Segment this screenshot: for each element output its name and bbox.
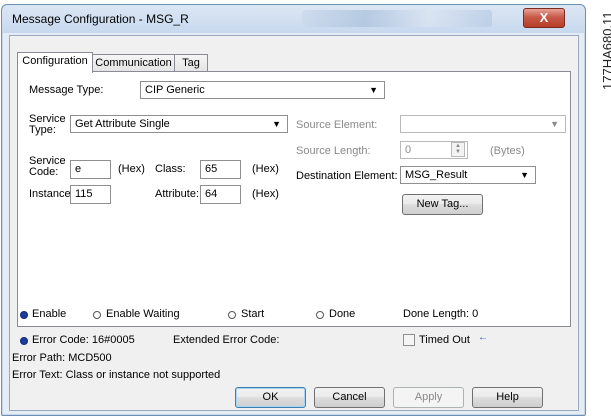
source-length-label: Source Length:	[296, 145, 371, 157]
figure-id-label: 177HA680.11	[600, 11, 611, 90]
source-element-select[interactable]: ▼	[400, 115, 566, 133]
attribute-hex-label: (Hex)	[252, 188, 279, 200]
service-type-select[interactable]: Get Attribute Single ▼	[70, 115, 288, 133]
error-code-indicator	[20, 337, 28, 345]
destination-element-label: Destination Element:	[296, 170, 398, 182]
window-title: Message Configuration - MSG_R	[12, 12, 189, 26]
source-element-label: Source Element:	[296, 119, 378, 131]
service-code-label: Service Code:	[29, 155, 66, 178]
start-indicator	[228, 311, 236, 319]
error-text-label: Error Text: Class or instance not suppor…	[12, 369, 221, 381]
instance-input[interactable]: 115	[70, 185, 111, 204]
destination-element-select[interactable]: MSG_Result ▼	[400, 166, 536, 184]
enable-indicator	[20, 311, 28, 319]
message-type-label: Message Type:	[29, 84, 104, 96]
close-button[interactable]: X	[523, 8, 565, 28]
service-type-label: Service Type:	[29, 113, 66, 136]
help-button[interactable]: Help	[472, 387, 543, 408]
class-label: Class:	[155, 163, 186, 175]
service-code-input[interactable]: e	[70, 160, 111, 179]
configuration-panel: Message Type: CIP Generic ▼ Service Type…	[17, 71, 571, 327]
service-code-hex-label: (Hex)	[118, 163, 145, 175]
tab-tag[interactable]: Tag	[174, 54, 208, 72]
done-indicator	[316, 311, 324, 319]
title-bar[interactable]: Message Configuration - MSG_R X	[2, 5, 585, 33]
chevron-down-icon: ▼	[550, 119, 559, 129]
destination-element-value: MSG_Result	[405, 169, 468, 181]
chevron-down-icon: ▼	[455, 149, 461, 155]
new-tag-button[interactable]: New Tag...	[402, 194, 483, 215]
message-configuration-dialog: Message Configuration - MSG_R X Configur…	[1, 4, 586, 416]
instance-label: Instance:	[29, 188, 74, 200]
apply-button[interactable]: Apply	[393, 387, 464, 408]
enable-waiting-indicator	[93, 311, 101, 319]
start-label: Start	[241, 308, 265, 320]
message-type-select[interactable]: CIP Generic ▼	[140, 81, 385, 99]
arrow-left-icon: ←	[478, 332, 488, 343]
enable-waiting-label: Enable Waiting	[106, 308, 180, 320]
service-type-value: Get Attribute Single	[75, 118, 170, 130]
class-input[interactable]: 65	[200, 160, 241, 179]
extended-error-code-label: Extended Error Code:	[173, 334, 280, 346]
tab-configuration[interactable]: Configuration	[17, 52, 93, 73]
done-length-label: Done Length: 0	[403, 308, 479, 320]
dialog-client-area: Configuration Communication Tag Message …	[9, 35, 579, 411]
done-label: Done	[329, 308, 356, 320]
message-type-value: CIP Generic	[145, 84, 205, 96]
attribute-input[interactable]: 64	[200, 185, 241, 204]
title-bar-background	[302, 10, 492, 27]
timed-out-label: Timed Out	[419, 334, 470, 346]
chevron-down-icon: ▼	[369, 85, 378, 95]
attribute-label: Attribute:	[155, 188, 200, 200]
source-length-spinner[interactable]: ▲ ▼	[451, 142, 465, 157]
chevron-down-icon: ▼	[520, 170, 529, 180]
error-path-label: Error Path: MCD500	[12, 352, 112, 364]
timed-out-checkbox[interactable]	[403, 334, 415, 346]
bytes-label: (Bytes)	[490, 145, 525, 157]
error-code-label: Error Code: 16#0005	[32, 334, 135, 346]
ok-button[interactable]: OK	[235, 387, 306, 408]
cancel-button[interactable]: Cancel	[314, 387, 385, 408]
enable-label: Enable	[32, 308, 67, 320]
class-hex-label: (Hex)	[252, 163, 279, 175]
chevron-down-icon: ▼	[272, 119, 281, 129]
tab-communication[interactable]: Communication	[91, 54, 176, 72]
